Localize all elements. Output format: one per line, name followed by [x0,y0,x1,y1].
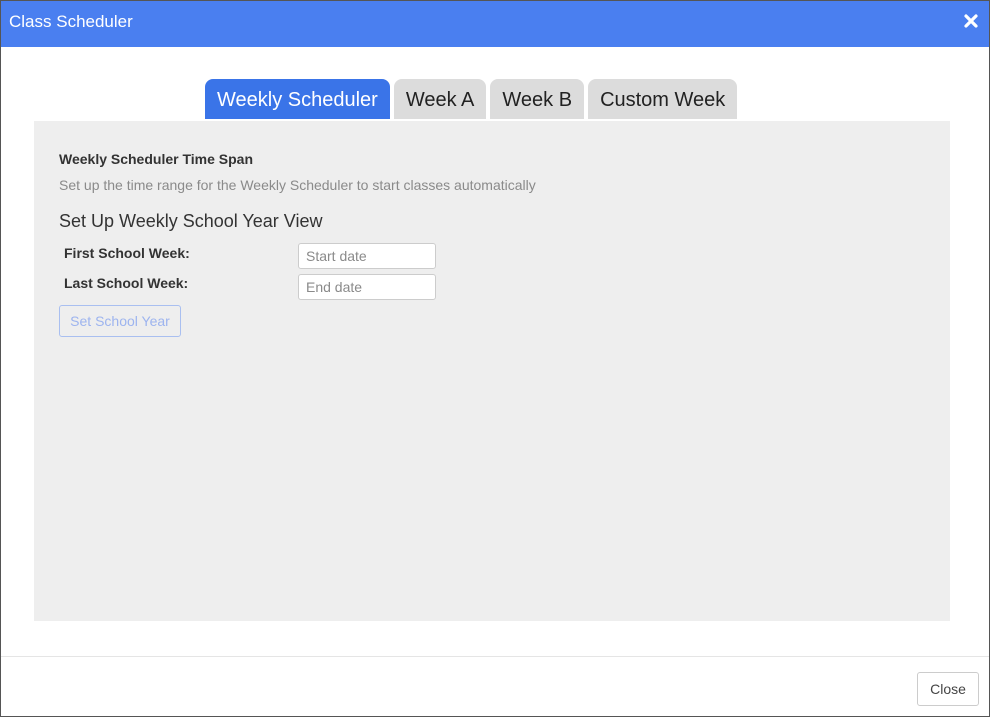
start-date-input[interactable] [298,243,436,269]
footer-divider [1,656,989,657]
dialog-titlebar: Class Scheduler [1,1,989,47]
section-description: Set up the time range for the Weekly Sch… [59,177,536,193]
tab-week-a[interactable]: Week A [393,79,487,119]
tab-week-b[interactable]: Week B [490,79,585,119]
set-school-year-button[interactable]: Set School Year [59,305,181,337]
end-date-input[interactable] [298,274,436,300]
class-scheduler-dialog: Class Scheduler Weekly Scheduler Week A … [0,0,990,717]
weekly-scheduler-panel: Weekly Scheduler Time Span Set up the ti… [34,121,950,621]
tab-custom-week[interactable]: Custom Week [588,79,738,119]
section-heading: Weekly Scheduler Time Span [59,151,254,167]
first-school-week-label: First School Week: [64,245,190,261]
tab-weekly-scheduler[interactable]: Weekly Scheduler [205,79,390,119]
tab-bar: Weekly Scheduler Week A Week B Custom We… [205,79,738,121]
school-year-heading: Set Up Weekly School Year View [59,211,323,231]
close-button[interactable]: Close [917,672,979,706]
close-icon[interactable] [963,12,979,30]
dialog-title: Class Scheduler [9,12,133,31]
last-school-week-label: Last School Week: [64,275,189,291]
